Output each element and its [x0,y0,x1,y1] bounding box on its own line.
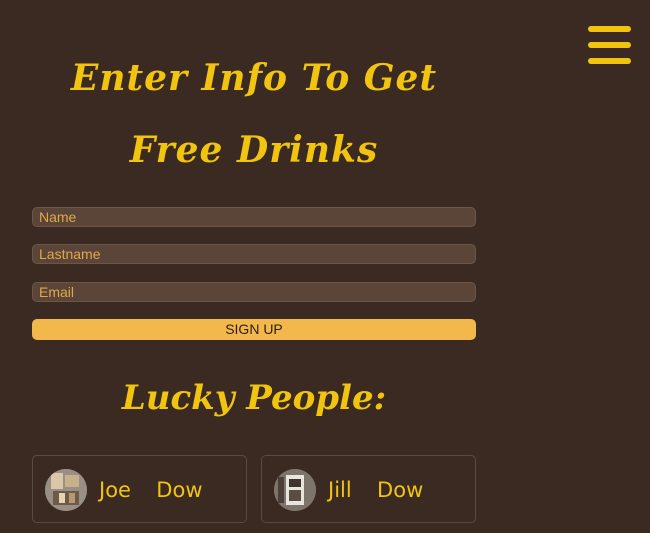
page-title: Enter Info To Get Free Drinks [70,57,438,171]
lucky-person-card[interactable]: Jill Dow [261,455,476,523]
avatar [45,469,87,511]
lastname-input[interactable] [32,244,476,264]
person-name: Joe Dow [99,478,203,502]
lucky-people-heading: Lucky People: [121,378,387,418]
hamburger-menu-icon[interactable] [588,26,631,66]
menu-bar-top [588,26,631,32]
lucky-person-card[interactable]: Joe Dow [32,455,247,523]
email-input[interactable] [32,282,476,302]
person-name: Jill Dow [328,478,424,502]
avatar [274,469,316,511]
signup-button[interactable]: SIGN UP [32,319,476,340]
menu-bar-middle [588,42,631,48]
name-input[interactable] [32,207,476,227]
menu-bar-bottom [588,58,631,64]
